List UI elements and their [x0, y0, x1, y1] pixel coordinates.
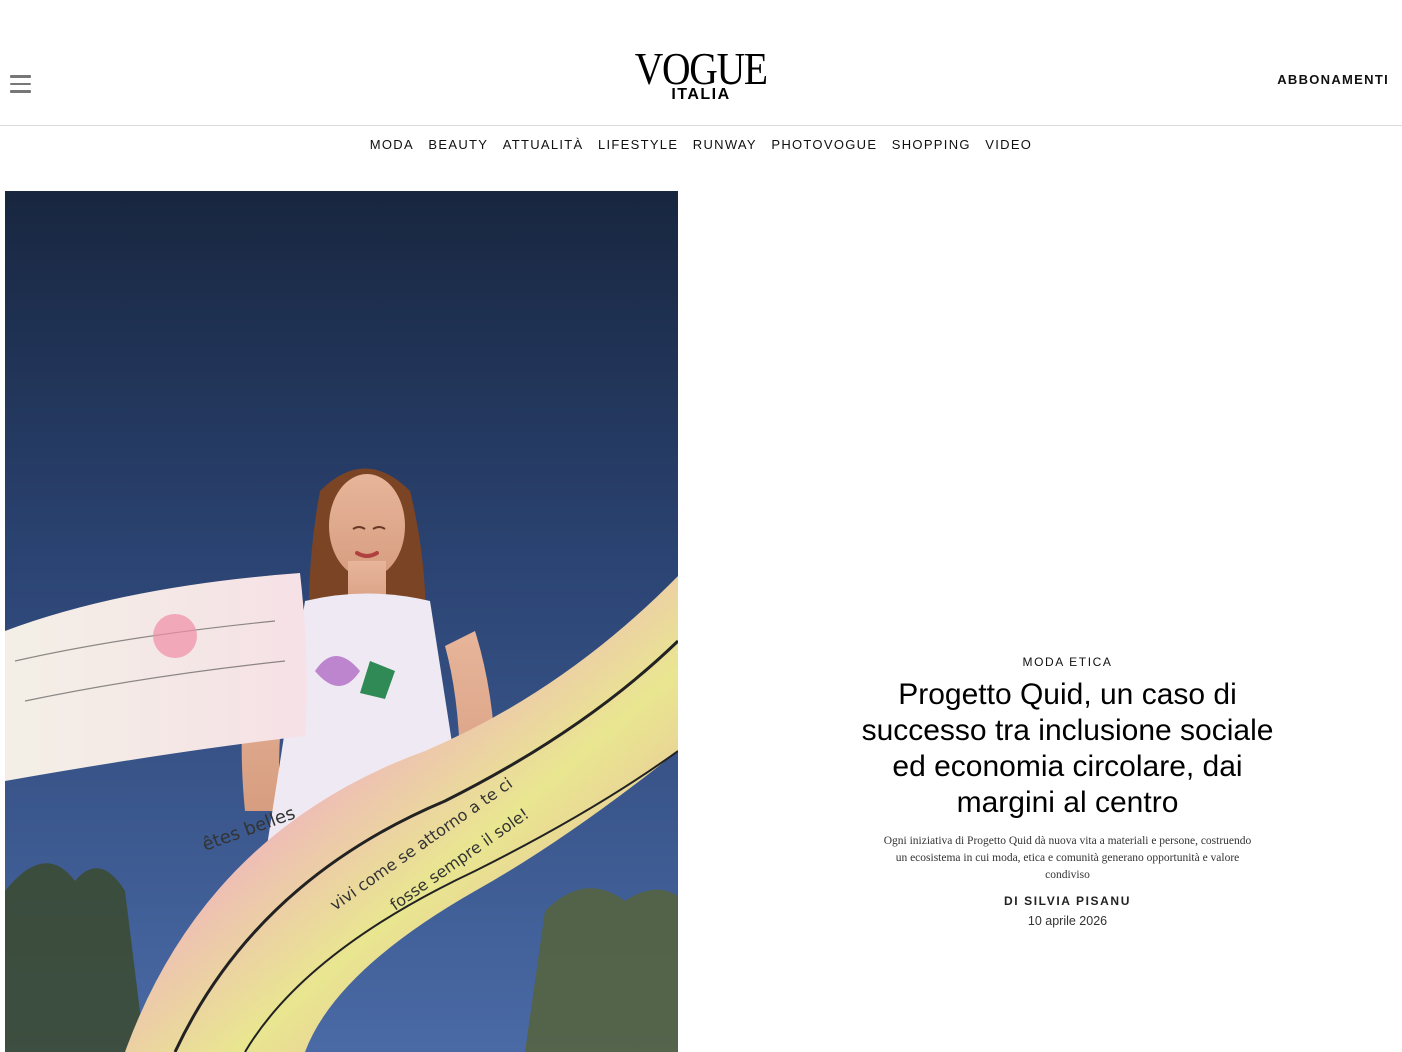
- article-title[interactable]: Progetto Quid, un caso di successo tra i…: [860, 677, 1275, 821]
- nav-item-runway[interactable]: RUNWAY: [693, 137, 757, 152]
- main-nav: MODA BEAUTY ATTUALITÀ LIFESTYLE RUNWAY P…: [0, 136, 1402, 154]
- nav-item-beauty[interactable]: BEAUTY: [428, 137, 488, 152]
- site-logo[interactable]: VOGUE ITALIA: [0, 46, 1402, 104]
- article-category[interactable]: MODA ETICA: [860, 655, 1275, 669]
- site-header: VOGUE ITALIA ABBONAMENTI: [0, 0, 1402, 126]
- nav-item-photovogue[interactable]: PHOTOVOGUE: [771, 137, 877, 152]
- nav-item-attualita[interactable]: ATTUALITÀ: [503, 137, 584, 152]
- article-byline: DI SILVIA PISANU: [1004, 894, 1131, 908]
- nav-item-lifestyle[interactable]: LIFESTYLE: [598, 137, 678, 152]
- article-dek: Ogni iniziativa di Progetto Quid dà nuov…: [883, 835, 1252, 881]
- hero-photo-illustration: vivi come se attorno a te ci fosse sempr…: [5, 191, 678, 1052]
- hero-image[interactable]: vivi come se attorno a te ci fosse sempr…: [5, 191, 678, 1052]
- article-teaser: MODA ETICA Progetto Quid, un caso di suc…: [860, 655, 1275, 928]
- logo-wordmark: VOGUE: [634, 43, 768, 94]
- nav-item-shopping[interactable]: SHOPPING: [892, 137, 971, 152]
- article-date: 10 aprile 2026: [1027, 914, 1108, 928]
- subscribe-link[interactable]: ABBONAMENTI: [1277, 72, 1389, 87]
- nav-item-moda[interactable]: MODA: [370, 137, 414, 152]
- nav-item-video[interactable]: VIDEO: [985, 137, 1032, 152]
